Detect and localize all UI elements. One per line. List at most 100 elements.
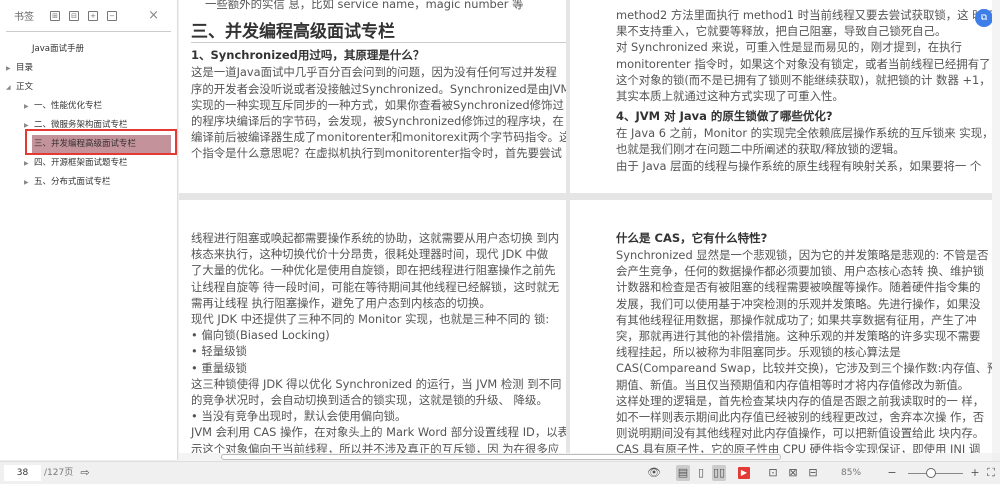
text-line: 计数器和检查是否有被阻塞的线程需要被唤醒等操作。随着硬件指令集的 — [616, 280, 981, 295]
horizontal-scrollbar[interactable] — [179, 453, 992, 461]
vertical-scrollbar[interactable] — [992, 0, 1000, 453]
text-line: 对 Synchronized 来说，可重入性是显而易见的，刚才提到，在执行 — [616, 40, 962, 55]
text-line: 现代 JDK 中还提供了三种不同的 Monitor 实现，也就是三种不同的 锁: — [191, 312, 550, 327]
fit-page-icon[interactable]: ⊠ — [786, 465, 800, 481]
text-line: 这个对象的锁(而不是已拥有了锁则不能继续获取)，就把锁的计 数器 +1， — [616, 72, 991, 87]
text-line: 个指令是什么意思呢？在虚拟机执行到monitorenter指令时，首先要尝试 — [191, 146, 562, 161]
text-line: • 重量级锁 — [191, 360, 247, 375]
collapse-all-icon[interactable]: ⊟ — [69, 10, 79, 21]
text-line: 如不一样则表示期间此内存值已经被别的线程更改过，舍弃本次操 作，否 — [616, 410, 985, 425]
text-line: 了大量的优化。一种优化是使用自旋锁，即在把线程进行阻塞操作之前先 — [191, 263, 556, 278]
bookmark-item[interactable]: Java面试手册 — [0, 40, 177, 59]
sidebar-title: 书签 — [14, 12, 34, 23]
text-line: 序的开发者会没听说或者没接触过Synchronized。Synchronized… — [191, 81, 566, 96]
section-heading: 三、并发编程高级面试专栏 — [191, 24, 566, 44]
go-to-page-icon[interactable]: ⇨ — [78, 465, 92, 481]
text-line: 发展，我们可以使用基于冲突检测的乐观并发策略。先进行操作，如果没 — [616, 296, 981, 311]
page-bottom-right: 什么是 CAS，它有什么特性? Synchronized 显然是一个悲观锁，因为… — [570, 200, 992, 453]
text-line: CAS(Compareand Swap，比较并交换)，它涉及到三个操作数:内存值… — [616, 361, 992, 376]
text-line: 则说明期间没有其他线程对此内存值操作，可以把新值设置给此 块内存。 — [616, 426, 985, 441]
text-line: 实现的一种实现互斥同步的一种方式，如果你查看被Synchronized修饰过 — [191, 97, 564, 112]
text-line: 果不支持重入，它就要等释放，把自己阻塞，导致自己锁死自己。 — [616, 24, 947, 39]
expand-arrow-icon[interactable]: ▶ — [6, 59, 16, 78]
text-line: 一些额外的实信 息，比如 service name，magic number 等 — [205, 0, 524, 11]
question-heading: 1、Synchronized用过吗，其原理是什么？ — [191, 48, 425, 63]
text-line: 线程进行阻塞或唤起都需要操作系统的协助，这就需要从用户态切换 到内 — [191, 231, 560, 245]
text-line: 这样处理的逻辑是，首先检查某块内存的值是否跟之前我读取时的一 样， — [616, 393, 985, 408]
bookmark-label: Java面试手册 — [32, 44, 84, 54]
document-view: 一些额外的实信 息，比如 service name，magic number 等… — [179, 0, 992, 453]
question-heading: 什么是 CAS，它有什么特性? — [616, 231, 768, 245]
text-line: 在 Java 6 之前，Monitor 的实现完全依赖底层操作系统的互斥锁来 实… — [616, 126, 992, 141]
bookmark-item[interactable]: ▶ 目录 — [0, 59, 177, 78]
play-icon[interactable]: ▶ — [738, 467, 750, 479]
expand-arrow-icon[interactable]: ▶ — [24, 154, 34, 173]
text-line: Synchronized 显然是一个悲观锁，因为它的并发策略是悲观的: 不管是否 — [616, 248, 989, 262]
bookmark-tree: Java面试手册 ▶ 目录 ◢ 正文 ▶ 一、性能优化专栏 ▶ 二、微服务架构面试专栏 三、并发编… — [0, 32, 177, 192]
fullscreen-icon[interactable]: ⛶ — [984, 465, 998, 481]
text-line: 编译前后被编译器生成了monitorenter和monitorexit两个字节码… — [191, 130, 566, 145]
text-line: • 当没有竞争出现时，默认会使用偏向锁。 — [191, 409, 407, 424]
text-line: 的竞争状况时，会自动切换到适合的锁实现，这就是锁的升级、 降级。 — [191, 393, 548, 408]
add-bookmark-icon[interactable]: + — [88, 10, 98, 21]
page-top-left: 一些额外的实信 息，比如 service name，magic number 等… — [179, 0, 566, 193]
text-line: 的程序块编译后的字节码，会发现，被Synchronized修饰过的程序块，在 — [191, 114, 564, 129]
expand-arrow-icon[interactable]: ▶ — [24, 173, 34, 192]
bookmark-item[interactable]: ◢ 正文 — [0, 78, 177, 97]
text-line: 需再让线程 执行阻塞操作，避免了用户态到内核态的切换。 — [191, 295, 491, 310]
bookmark-item[interactable]: ▶ 五、分布式面试专栏 — [0, 173, 177, 192]
text-line: 也就是我们刚才在问题二中所阐述的获取/释放锁的逻辑。 — [616, 142, 905, 157]
text-line: 会产生竞争，任何的数据操作都必须要加锁、用户态核心态转 换、维护锁 — [616, 264, 985, 279]
page-total: /127页 — [44, 468, 74, 478]
highlight-box — [25, 129, 177, 155]
actual-size-icon[interactable]: ⊡ — [766, 465, 780, 481]
text-line: 示这个对象偏向于当前线程，所以并不涉及真正的互斥锁，因 为在很多应 — [191, 441, 560, 453]
text-line: 其实本质上就通过这种方式实现了可重入性。 — [616, 89, 844, 104]
bookmark-item[interactable]: ▶ 四、开源框架面试题专栏 — [0, 154, 177, 173]
text-line: 有其他线程征用数据，那操作就成功了; 如果共享数据有征用，产生了冲 — [616, 312, 977, 327]
text-line: 让线程自旋等 待一段时间，可能在等待期间其他线程已经解锁，这时就无 — [191, 279, 560, 294]
text-line: 突，那就再进行其他的补偿措施。这种乐观的并发策略的许多实现不需要 — [616, 329, 981, 344]
bookmark-label: 正文 — [16, 82, 34, 92]
continuous-page-icon[interactable]: ▤ — [676, 465, 690, 481]
expand-arrow-icon[interactable]: ◢ — [6, 78, 16, 97]
text-line: 这是一道Java面试中几乎百分百会问到的问题，因为没有任何写过并发程 — [191, 65, 557, 80]
bookmark-label: 四、开源框架面试题专栏 — [34, 158, 128, 168]
page-top-right: method2 方法里面执行 method1 时当前线程又要去尝试获取锁，这 时… — [570, 0, 992, 193]
text-line: CAS 具有原子性，它的原子性由 CPU 硬件指令实现保证，即使用 JNI 调 — [616, 442, 981, 453]
question-heading: 4、JVM 对 Java 的原生锁做了哪些优化? — [616, 109, 833, 124]
text-line: JVM 会利用 CAS 操作，在对象头上的 Mark Word 部分设置线程 I… — [191, 425, 566, 440]
bookmark-label: 目录 — [16, 63, 34, 73]
text-line: 期值、新值。当且仅当预期值和内存值相等时才将内存值修改为新值。 — [616, 377, 970, 392]
zoom-level[interactable]: 85% — [841, 466, 861, 481]
fit-width-icon[interactable]: ⊟ — [806, 465, 820, 481]
page-number-input[interactable]: 38 — [4, 465, 41, 481]
status-toolbar: 38 /127页 ⇨ 👁 ▤ ▯ ▯▯ ▶ ⊡ ⊠ ⊟ 85% − + ⛶ — [0, 461, 1000, 484]
expand-arrow-icon[interactable]: ▶ — [24, 97, 34, 116]
text-line: 这三种锁使得 JDK 得以优化 Synchronized 的运行，当 JVM 检… — [191, 376, 562, 391]
sidebar-header: 书签 ⊞ ⊟ + − × — [6, 0, 171, 32]
bookmark-sidebar: 书签 ⊞ ⊟ + − × Java面试手册 ▶ 目录 ◢ 正文 ▶ 一、性能优化专栏 ▶ 二、微… — [0, 0, 178, 460]
text-line: • 偏向锁(Biased Locking) — [191, 328, 330, 343]
zoom-out-button[interactable]: − — [885, 465, 899, 481]
eye-protection-icon[interactable]: 👁 — [647, 465, 661, 481]
zoom-in-button[interactable]: + — [968, 465, 982, 481]
scrollbar-thumb[interactable] — [221, 454, 781, 460]
floating-tool-button[interactable]: ⧉ — [975, 9, 993, 27]
text-line: 核态来执行，这种切换代价十分昂贵，很耗处理器时间，现代 JDK 中做 — [191, 247, 549, 262]
text-line: 由于 Java 层面的线程与操作系统的原生线程有映射关系，如果要将一 个 — [616, 158, 982, 173]
bookmark-label: 五、分布式面试专栏 — [34, 177, 111, 187]
text-line: 线程挂起，所以被称为非阻塞同步。乐观锁的核心算法是 — [616, 345, 901, 360]
delete-bookmark-icon[interactable]: − — [107, 10, 117, 21]
expand-all-icon[interactable]: ⊞ — [50, 10, 60, 21]
single-page-icon[interactable]: ▯ — [694, 465, 708, 481]
double-page-icon[interactable]: ▯▯ — [712, 465, 726, 481]
zoom-slider-handle[interactable] — [926, 468, 936, 478]
bookmark-label: 一、性能优化专栏 — [34, 101, 103, 111]
close-icon[interactable]: × — [148, 8, 159, 23]
page-bottom-left: 线程进行阻塞或唤起都需要操作系统的协助，这就需要从用户态切换 到内 核态来执行，这… — [179, 200, 566, 453]
text-line: • 轻量级锁 — [191, 344, 247, 359]
text-line: monitorenter 指令时，如果这个对象没有锁定，或者当前线程已经拥有了 — [616, 56, 991, 71]
text-line: method2 方法里面执行 method1 时当前线程又要去尝试获取锁，这 时… — [616, 8, 992, 22]
bookmark-item[interactable]: ▶ 一、性能优化专栏 — [0, 97, 177, 116]
